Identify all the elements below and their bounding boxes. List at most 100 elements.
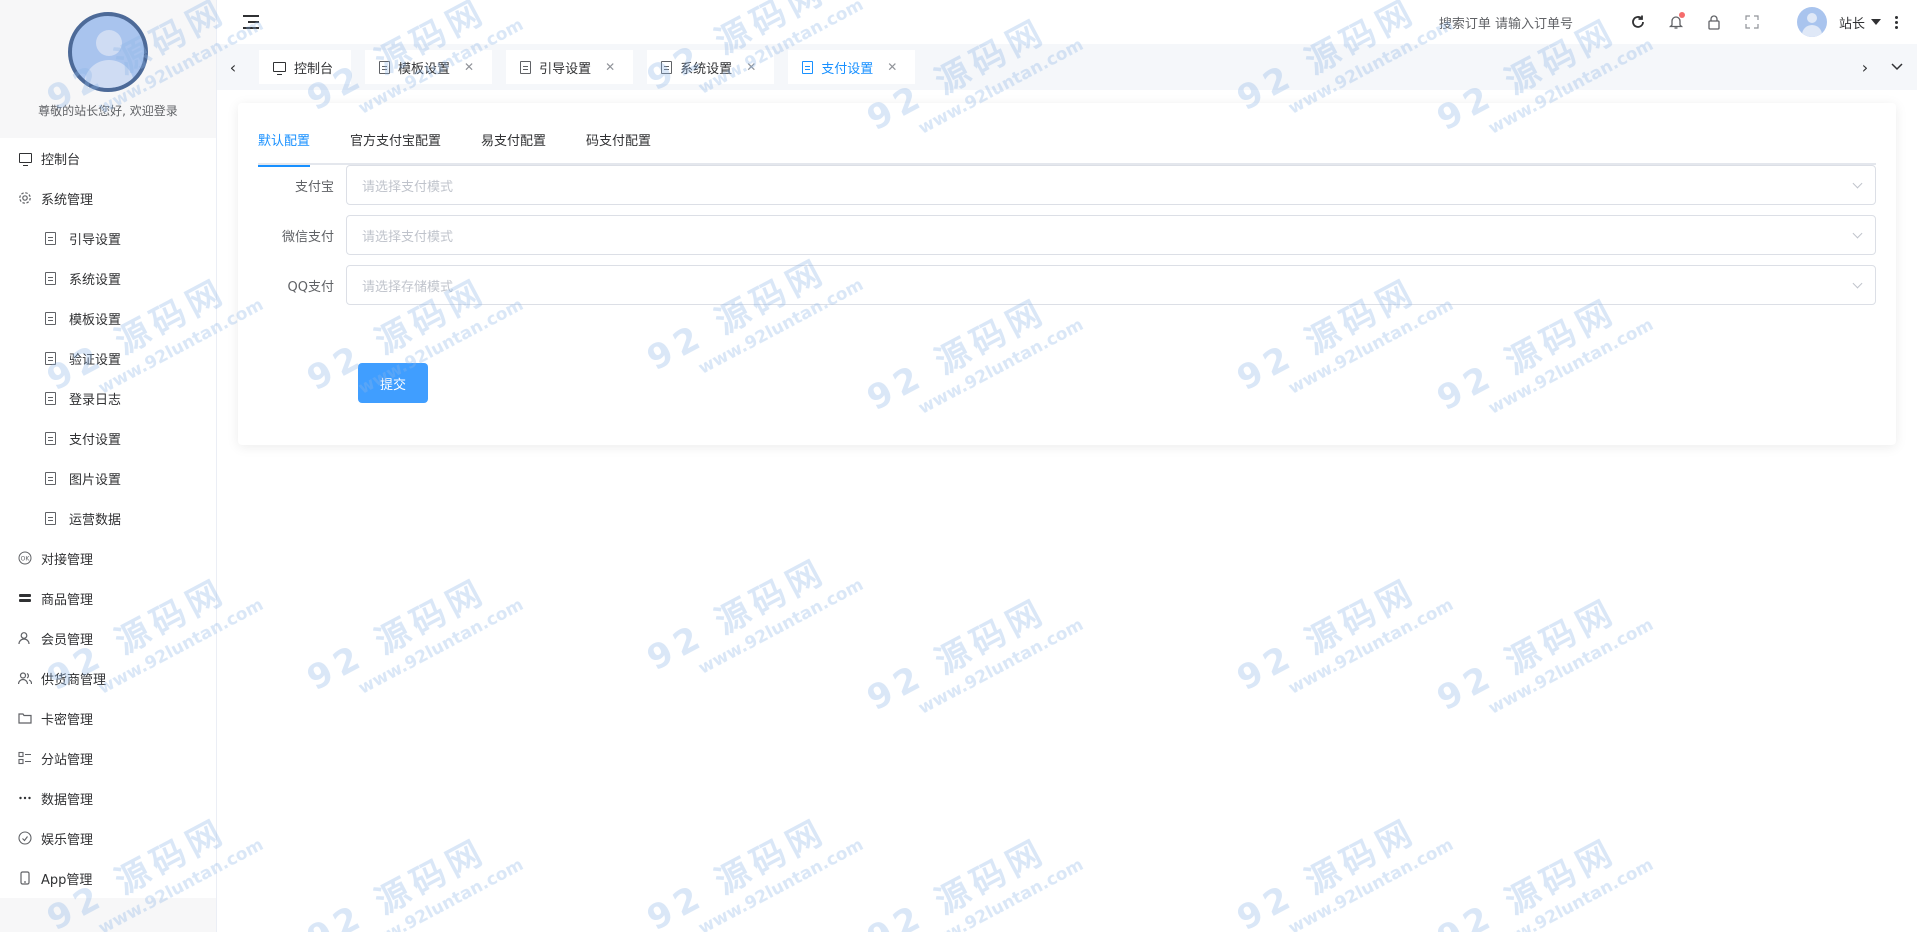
- fullscreen-icon[interactable]: [1744, 14, 1760, 30]
- sidebar-item[interactable]: 分站管理: [0, 738, 216, 778]
- caret-down-icon[interactable]: [1871, 19, 1881, 25]
- form-row: 支付宝 请选择支付模式: [258, 165, 1876, 205]
- sidebar-item-label: 对接管理: [41, 552, 94, 568]
- stack-icon: [17, 590, 33, 606]
- ok-icon: OK: [17, 550, 33, 566]
- sidebar-item[interactable]: 运营数据: [0, 498, 216, 538]
- lock-icon[interactable]: [1706, 14, 1722, 30]
- sidebar-item[interactable]: OK 对接管理: [0, 538, 216, 578]
- order-search[interactable]: 搜索订单 请输入订单号: [1439, 13, 1573, 32]
- sidebar-item[interactable]: 登录日志: [0, 378, 216, 418]
- field-label: QQ支付: [287, 279, 334, 295]
- document-icon: [42, 470, 58, 486]
- sidebar-item[interactable]: 数据管理: [0, 778, 216, 818]
- config-tab[interactable]: 易支付配置: [481, 129, 546, 165]
- order-search-label: 搜索订单: [1438, 16, 1491, 32]
- tab[interactable]: 系统设置 ✕: [647, 50, 775, 84]
- tabs-scroll-right-icon[interactable]: ›: [1853, 58, 1877, 77]
- sidebar-item[interactable]: 验证设置: [0, 338, 216, 378]
- sidebar-item[interactable]: 供货商管理: [0, 658, 216, 698]
- close-icon[interactable]: ✕: [887, 60, 897, 74]
- sidebar-item-label: 系统设置: [69, 272, 122, 288]
- sidebar-item[interactable]: 控制台: [0, 138, 216, 178]
- more-vertical-icon[interactable]: [1895, 15, 1899, 29]
- config-tab[interactable]: 码支付配置: [586, 129, 651, 165]
- menu-collapse-icon[interactable]: [243, 13, 261, 31]
- close-icon[interactable]: ✕: [746, 60, 756, 74]
- document-icon: [661, 60, 673, 74]
- sidebar-item[interactable]: 引导设置: [0, 218, 216, 258]
- avatar[interactable]: [68, 12, 148, 92]
- document-icon: [42, 390, 58, 406]
- sidebar-item[interactable]: 卡密管理: [0, 698, 216, 738]
- sidebar-item-label: 图片设置: [69, 472, 122, 488]
- sidebar-item-label: 系统管理: [41, 192, 94, 208]
- document-icon: [802, 60, 814, 74]
- tab-label: 支付设置: [821, 61, 874, 77]
- refresh-icon[interactable]: [1630, 14, 1646, 30]
- tab[interactable]: 支付设置 ✕: [788, 50, 916, 84]
- sidebar-item-label: 分站管理: [41, 752, 94, 768]
- document-icon: [42, 430, 58, 446]
- document-icon: [520, 60, 532, 74]
- payment-mode-select[interactable]: 请选择存储模式: [346, 265, 1876, 305]
- tab[interactable]: 引导设置 ✕: [506, 50, 634, 84]
- sidebar-item-label: App管理: [41, 872, 93, 888]
- payment-mode-select[interactable]: 请选择支付模式: [346, 215, 1876, 255]
- monitor-icon: [273, 62, 286, 75]
- sidebar-item[interactable]: App管理: [0, 858, 216, 898]
- document-icon: [42, 350, 58, 366]
- config-tab[interactable]: 默认配置: [258, 129, 311, 167]
- gear-icon: [17, 190, 33, 206]
- sidebar-item[interactable]: 会员管理: [0, 618, 216, 658]
- sidebar-item-label: 模板设置: [69, 312, 122, 328]
- sidebar-item-label: 卡密管理: [41, 712, 94, 728]
- tabs-dropdown-icon[interactable]: [1885, 58, 1909, 77]
- notification-dot: [1678, 12, 1685, 18]
- chevron-down-icon: [1852, 228, 1863, 239]
- user-name[interactable]: 站长: [1839, 13, 1865, 32]
- sidebar-item-label: 支付设置: [69, 432, 122, 448]
- dots-icon: [17, 790, 33, 806]
- sidebar-item-label: 运营数据: [69, 512, 122, 528]
- payment-mode-select[interactable]: 请选择支付模式: [346, 165, 1876, 205]
- document-icon: [42, 270, 58, 286]
- monitor-icon: [17, 150, 33, 166]
- tabs-scroll-left-icon[interactable]: ‹: [221, 58, 245, 77]
- profile-panel: 尊敬的站长您好, 欢迎登录: [0, 0, 216, 138]
- document-icon: [379, 60, 391, 74]
- bell-icon[interactable]: [1668, 12, 1685, 30]
- submit-button[interactable]: 提交: [358, 363, 428, 403]
- sidebar-item[interactable]: 商品管理: [0, 578, 216, 618]
- tabs-bar: ‹ 控制台 模板设置 ✕ 引导设置 ✕ 系统设置 ✕ 支付设置 ✕ ›: [217, 44, 1917, 90]
- sidebar-item-label: 数据管理: [41, 792, 94, 808]
- config-tab[interactable]: 官方支付宝配置: [350, 129, 441, 165]
- payment-settings-card: 默认配置 官方支付宝配置 易支付配置 码支付配置 支付宝 请选择支付模式 微信支付 请选择支…: [238, 103, 1896, 445]
- sidebar-item-label: 控制台: [41, 152, 81, 168]
- sidebar-item[interactable]: 图片设置: [0, 458, 216, 498]
- list-icon: [17, 750, 33, 766]
- document-icon: [42, 230, 58, 246]
- tab-label: 引导设置: [539, 61, 592, 77]
- phone-icon: [17, 870, 33, 886]
- user-avatar[interactable]: [1796, 7, 1827, 37]
- user-icon: [17, 630, 33, 646]
- field-label: 支付宝: [294, 179, 334, 195]
- sidebar: 尊敬的站长您好, 欢迎登录 控制台系统管理引导设置系统设置模板设置验证设置 登录日…: [0, 0, 217, 932]
- close-icon[interactable]: ✕: [605, 60, 615, 74]
- close-icon[interactable]: ✕: [464, 60, 474, 74]
- chevron-down-icon: [1852, 178, 1863, 189]
- document-icon: [42, 310, 58, 326]
- select-placeholder: 请选择支付模式: [362, 229, 454, 245]
- tab[interactable]: 控制台: [259, 50, 352, 84]
- sidebar-item[interactable]: 娱乐管理: [0, 818, 216, 858]
- sidebar-item-label: 引导设置: [69, 232, 122, 248]
- users-icon: [17, 670, 33, 686]
- tab[interactable]: 模板设置 ✕: [365, 50, 493, 84]
- sidebar-item[interactable]: 系统管理: [0, 178, 216, 218]
- sidebar-item[interactable]: 模板设置: [0, 298, 216, 338]
- sidebar-item-label: 供货商管理: [41, 672, 107, 688]
- sidebar-item[interactable]: 支付设置: [0, 418, 216, 458]
- config-tabs: 默认配置 官方支付宝配置 易支付配置 码支付配置: [258, 129, 1876, 167]
- sidebar-item[interactable]: 系统设置: [0, 258, 216, 298]
